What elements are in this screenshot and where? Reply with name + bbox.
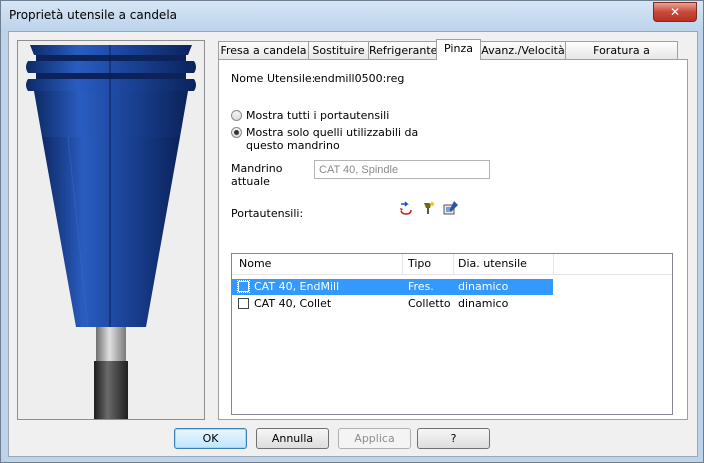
tab-refrigerante[interactable]: Refrigerante	[368, 41, 437, 59]
show-spindle-holders-label[interactable]: Mostra solo quelli utilizzabili da quest…	[246, 126, 456, 152]
spindle-label: Mandrino attuale	[231, 162, 283, 188]
holders-list[interactable]: Nome Tipo Dia. utensile CAT 40, EndMill …	[231, 253, 673, 415]
tab-sostituire[interactable]: Sostituire	[308, 41, 369, 59]
tab-foratura-a-incrementi[interactable]: Foratura a incrementi	[565, 41, 678, 75]
tool-preview	[17, 40, 205, 420]
close-icon: ✕	[669, 5, 681, 19]
list-item[interactable]: CAT 40, Collet Colletto dinamico	[232, 296, 553, 312]
show-all-holders-label[interactable]: Mostra tutti i portautensili	[246, 109, 389, 122]
list-item[interactable]: CAT 40, EndMill Fres. dinamico	[232, 279, 553, 295]
pinza-tab-panel: Nome Utensile: endmill0500:reg Mostra tu…	[218, 59, 688, 420]
apply-button[interactable]: Applica	[338, 428, 411, 449]
end-mill-holder-image	[18, 41, 204, 419]
row-dia: dinamico	[458, 297, 509, 310]
row-checkbox[interactable]	[237, 280, 250, 293]
ok-button[interactable]: OK	[174, 428, 247, 449]
spindle-field[interactable]	[314, 160, 490, 179]
dialog-window: Proprietà utensile a candela ✕ Fresa a c…	[0, 0, 704, 463]
tool-name-label: Nome Utensile:	[231, 72, 316, 85]
tool-name-value: endmill0500:reg	[314, 72, 405, 85]
close-button[interactable]: ✕	[653, 2, 697, 22]
tab-pinza[interactable]: Pinza	[436, 39, 481, 60]
column-header-tipo[interactable]: Tipo	[408, 257, 431, 270]
dialog-client: Fresa a candela Sostituire Refrigerante …	[8, 31, 698, 457]
row-type: Fres.	[408, 280, 434, 293]
cancel-button[interactable]: Annulla	[256, 428, 329, 449]
title-bar[interactable]: Proprietà utensile a candela ✕	[1, 1, 703, 31]
list-header: Nome Tipo Dia. utensile	[232, 254, 672, 275]
help-button[interactable]: ?	[417, 428, 490, 449]
row-dia: dinamico	[458, 280, 509, 293]
edit-holder-icon[interactable]	[443, 200, 459, 216]
show-spindle-holders-radio[interactable]	[231, 127, 242, 138]
row-checkbox[interactable]	[238, 298, 249, 309]
row-type: Colletto	[408, 297, 451, 310]
tab-fresa-a-candela[interactable]: Fresa a candela	[218, 41, 309, 59]
row-name: CAT 40, Collet	[254, 297, 332, 310]
column-header-nome[interactable]: Nome	[239, 257, 271, 270]
refresh-icon[interactable]	[398, 200, 414, 216]
show-all-holders-radio[interactable]	[231, 110, 242, 121]
tab-avanz-velocita[interactable]: Avanz./Velocità	[480, 41, 566, 59]
new-holder-icon[interactable]	[420, 200, 436, 216]
row-name: CAT 40, EndMill	[254, 280, 340, 293]
column-header-dia-utensile[interactable]: Dia. utensile	[458, 257, 527, 270]
holders-label: Portautensili:	[231, 207, 304, 220]
window-title: Proprietà utensile a candela	[9, 8, 178, 22]
